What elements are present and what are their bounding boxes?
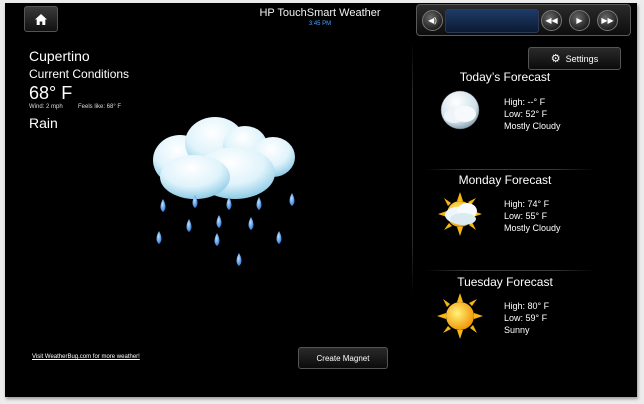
current-conditions-heading: Current Conditions xyxy=(29,67,130,81)
next-button[interactable]: ▶▶ xyxy=(597,10,618,31)
forecast-title-tuesday: Tuesday Forecast xyxy=(457,275,553,289)
settings-label: Settings xyxy=(565,53,599,64)
app-title: HP TouchSmart Weather xyxy=(259,7,381,19)
rain-cloud-icon xyxy=(153,117,295,266)
panel-divider xyxy=(412,40,413,296)
clock-time: 3:45 PM xyxy=(308,21,332,27)
forecast-title-today: Today’s Forecast xyxy=(459,70,551,84)
weatherbug-link[interactable]: Visit WeatherBug.com for more weather! xyxy=(32,354,140,360)
media-controls: ◀) ◀◀ ▶ ▶▶ xyxy=(416,4,631,36)
settings-button[interactable]: ⚙ Settings xyxy=(528,47,621,70)
forecast-high-monday: High: 74° F xyxy=(504,199,550,209)
forecast-separator xyxy=(425,270,595,271)
wind-speed: Wind: 2 mph xyxy=(29,104,63,110)
current-temperature: 68° F xyxy=(29,83,73,103)
volume-button[interactable]: ◀) xyxy=(422,10,443,31)
weather-app-window: HP TouchSmart Weather 3:45 PM ◀) ◀◀ ▶ ▶▶… xyxy=(5,3,637,397)
forecast-condition-monday: Mostly Cloudy xyxy=(504,223,561,233)
fast-forward-icon: ▶▶ xyxy=(601,15,614,25)
forecast-high-tuesday: High: 80° F xyxy=(504,301,550,311)
forecast-condition-tuesday: Sunny xyxy=(504,325,530,335)
forecast-separator xyxy=(425,169,595,170)
current-condition: Rain xyxy=(29,115,58,131)
play-icon: ▶ xyxy=(576,15,583,25)
home-button[interactable] xyxy=(24,6,58,32)
forecast-condition-today: Mostly Cloudy xyxy=(504,121,561,131)
previous-button[interactable]: ◀◀ xyxy=(541,10,562,31)
feels-like: Feels like: 68° F xyxy=(78,104,122,110)
rewind-icon: ◀◀ xyxy=(545,15,558,25)
sun-icon xyxy=(437,293,483,339)
mostly-cloudy-icon xyxy=(440,90,480,130)
partly-sunny-icon xyxy=(438,192,482,236)
play-button[interactable]: ▶ xyxy=(569,10,590,31)
create-magnet-button[interactable]: Create Magnet xyxy=(298,347,388,369)
speaker-icon: ◀) xyxy=(428,15,437,25)
forecast-title-monday: Monday Forecast xyxy=(458,173,552,187)
forecast-low-tuesday: Low: 59° F xyxy=(504,313,548,323)
forecast-high-today: High: --° F xyxy=(504,97,546,107)
forecast-low-today: Low: 52° F xyxy=(504,109,548,119)
forecast-low-monday: Low: 55° F xyxy=(504,211,548,221)
city-name: Cupertino xyxy=(29,48,90,64)
media-display xyxy=(445,9,539,33)
home-icon xyxy=(35,13,47,25)
gear-icon: ⚙ xyxy=(550,53,561,65)
